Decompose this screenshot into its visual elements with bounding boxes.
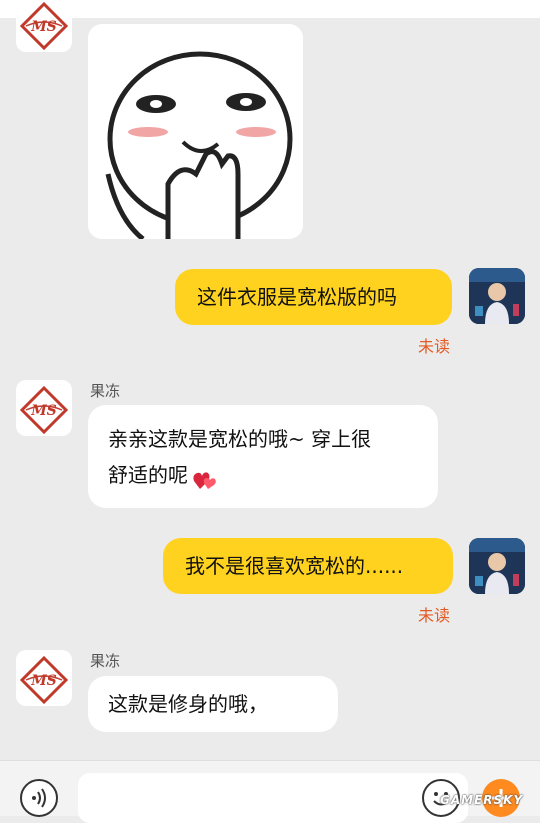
user-avatar[interactable] xyxy=(469,538,525,594)
message-line: 亲亲这款是宽松的哦~ 穿上很 xyxy=(108,427,372,451)
heart-emoji-icon xyxy=(192,466,218,489)
sender-name: 果冻 xyxy=(90,652,121,670)
message-line-text: 舒适的呢 xyxy=(108,463,188,487)
user-message-bubble[interactable]: 这件衣服是宽松版的吗 xyxy=(175,269,452,325)
chat-input-bar xyxy=(0,760,540,823)
user-photo-icon xyxy=(469,268,525,324)
seller-avatar[interactable]: MS xyxy=(16,0,72,52)
message-text: 我不是很喜欢宽松的...... xyxy=(185,554,404,578)
seller-avatar[interactable]: MS xyxy=(16,650,72,706)
user-photo-icon xyxy=(469,538,525,594)
seller-logo-icon: MS xyxy=(19,385,69,435)
seller-logo-icon: MS xyxy=(19,1,69,51)
top-strip xyxy=(0,0,540,18)
message-text: 这件衣服是宽松版的吗 xyxy=(197,285,397,309)
watermark: GAMERSKY xyxy=(440,793,524,807)
sender-name: 果冻 xyxy=(90,382,121,400)
message-line: 舒适的呢 xyxy=(108,457,418,493)
seller-message-bubble[interactable]: 亲亲这款是宽松的哦~ 穿上很 舒适的呢 xyxy=(88,405,438,508)
voice-icon[interactable] xyxy=(20,779,58,817)
message-input[interactable] xyxy=(78,773,468,823)
user-avatar[interactable] xyxy=(469,268,525,324)
unread-status: 未读 xyxy=(418,337,451,356)
seller-message-bubble[interactable]: 这款是修身的哦， xyxy=(88,676,338,732)
seller-avatar[interactable]: MS xyxy=(16,380,72,436)
user-message-bubble[interactable]: 我不是很喜欢宽松的...... xyxy=(163,538,453,594)
seller-logo-icon: MS xyxy=(19,655,69,705)
unread-status: 未读 xyxy=(418,606,451,625)
shy-face-sticker[interactable] xyxy=(88,24,303,239)
message-text: 这款是修身的哦， xyxy=(108,692,268,716)
